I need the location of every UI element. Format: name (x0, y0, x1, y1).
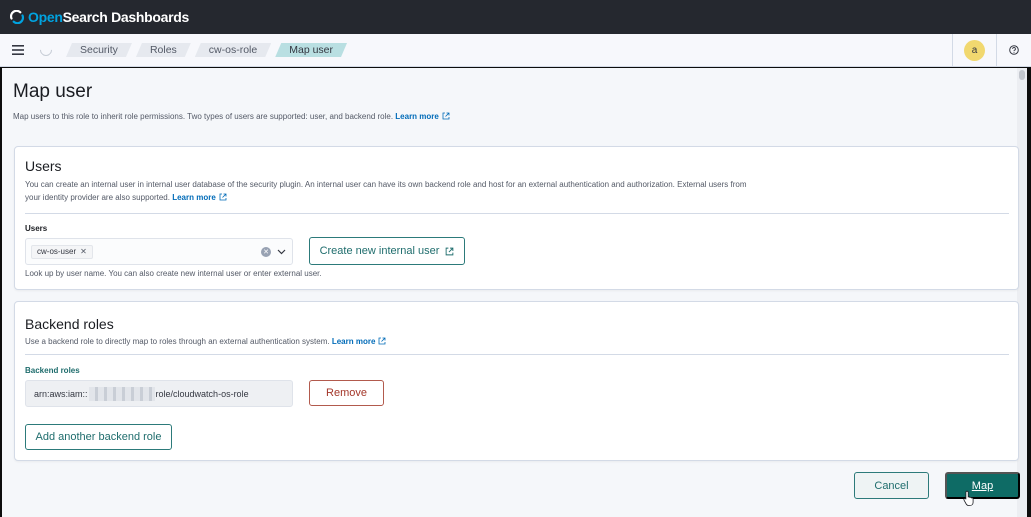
add-backend-role-button[interactable]: Add another backend role (25, 424, 172, 450)
users-panel: Users You can create an internal user in… (14, 146, 1019, 290)
page-description-text: Map users to this role to inherit role p… (13, 112, 394, 121)
external-link-icon (219, 193, 227, 201)
top-header: OpenSearch Dashboards (0, 0, 1031, 34)
help-button[interactable] (997, 34, 1031, 67)
chevron-down-icon[interactable] (277, 249, 286, 255)
users-panel-title: Users (25, 158, 62, 174)
menu-button[interactable] (0, 34, 36, 67)
selected-user-pill: cw-os-user ✕ (31, 244, 93, 259)
arn-prefix-text: arn:aws:iam:: (34, 388, 88, 399)
combobox-controls: ✕ (261, 246, 292, 257)
breadcrumb-bar: Security Roles cw-os-role Map user a (0, 33, 1031, 67)
divider (952, 33, 953, 67)
backend-roles-description-text: Use a backend role to directly map to ro… (25, 337, 330, 346)
remove-backend-role-button[interactable]: Remove (309, 380, 384, 406)
breadcrumb-roles[interactable]: Roles (136, 43, 191, 57)
map-button[interactable]: Map (945, 472, 1020, 499)
opensearch-logo-icon (10, 10, 24, 24)
learn-more-link[interactable]: Learn more (395, 112, 450, 121)
page-description: Map users to this role to inherit role p… (13, 112, 450, 121)
backend-role-input[interactable]: arn:aws:iam:: role/cloudwatch-os-role (25, 380, 293, 407)
clear-icon[interactable]: ✕ (261, 246, 271, 257)
loading-spinner-icon (37, 41, 55, 59)
remove-user-icon[interactable]: ✕ (80, 247, 87, 256)
hamburger-icon (12, 45, 24, 55)
create-internal-user-button[interactable]: Create new internal user (309, 237, 465, 265)
breadcrumb-security[interactable]: Security (66, 43, 132, 57)
backend-roles-description: Use a backend role to directly map to ro… (25, 335, 755, 348)
hand-pointer-icon (963, 490, 974, 506)
logo-text-open: Open (28, 9, 63, 25)
logo-text-rest: Search Dashboards (62, 9, 190, 25)
arn-suffix-text: role/cloudwatch-os-role (155, 388, 249, 399)
external-link-icon (379, 337, 386, 345)
map-button-label: Map (971, 479, 994, 492)
backend-learn-more-link[interactable]: Learn more (332, 337, 387, 346)
users-combobox[interactable]: cw-os-user ✕ ✕ (25, 238, 293, 265)
help-icon (1009, 45, 1019, 55)
learn-more-label: Learn more (395, 112, 439, 121)
external-link-icon (446, 247, 454, 255)
cancel-button[interactable]: Cancel (854, 472, 929, 499)
users-panel-description: You can create an internal user in inter… (25, 178, 755, 204)
page-title: Map user (13, 81, 93, 102)
learn-more-label: Learn more (172, 193, 216, 202)
logo-wordmark: OpenSearch Dashboards (28, 9, 189, 25)
breadcrumb-role[interactable]: cw-os-role (195, 43, 271, 57)
backend-roles-field-label: Backend roles (25, 366, 80, 375)
user-avatar[interactable]: a (964, 39, 985, 61)
breadcrumb-map-user: Map user (275, 43, 347, 57)
divider (25, 354, 1009, 355)
create-internal-user-label: Create new internal user (319, 245, 440, 257)
backend-roles-panel-title: Backend roles (25, 316, 114, 332)
learn-more-label: Learn more (331, 337, 376, 346)
backend-roles-panel: Backend roles Use a backend role to dire… (14, 301, 1019, 461)
users-help-text: Look up by user name. You can also creat… (25, 269, 322, 278)
selected-user-label: cw-os-user (37, 247, 77, 256)
users-learn-more-link[interactable]: Learn more (172, 193, 227, 202)
opensearch-logo[interactable]: OpenSearch Dashboards (10, 9, 189, 25)
redacted-account-id (88, 386, 155, 401)
divider (25, 213, 1009, 214)
scrollbar-thumb[interactable] (1019, 70, 1025, 80)
external-link-icon (442, 112, 450, 120)
header-actions: a (952, 33, 1031, 67)
breadcrumb: Security Roles cw-os-role Map user (66, 43, 351, 57)
users-description-text: You can create an internal user in inter… (25, 180, 747, 202)
users-field-label: Users (25, 224, 48, 233)
